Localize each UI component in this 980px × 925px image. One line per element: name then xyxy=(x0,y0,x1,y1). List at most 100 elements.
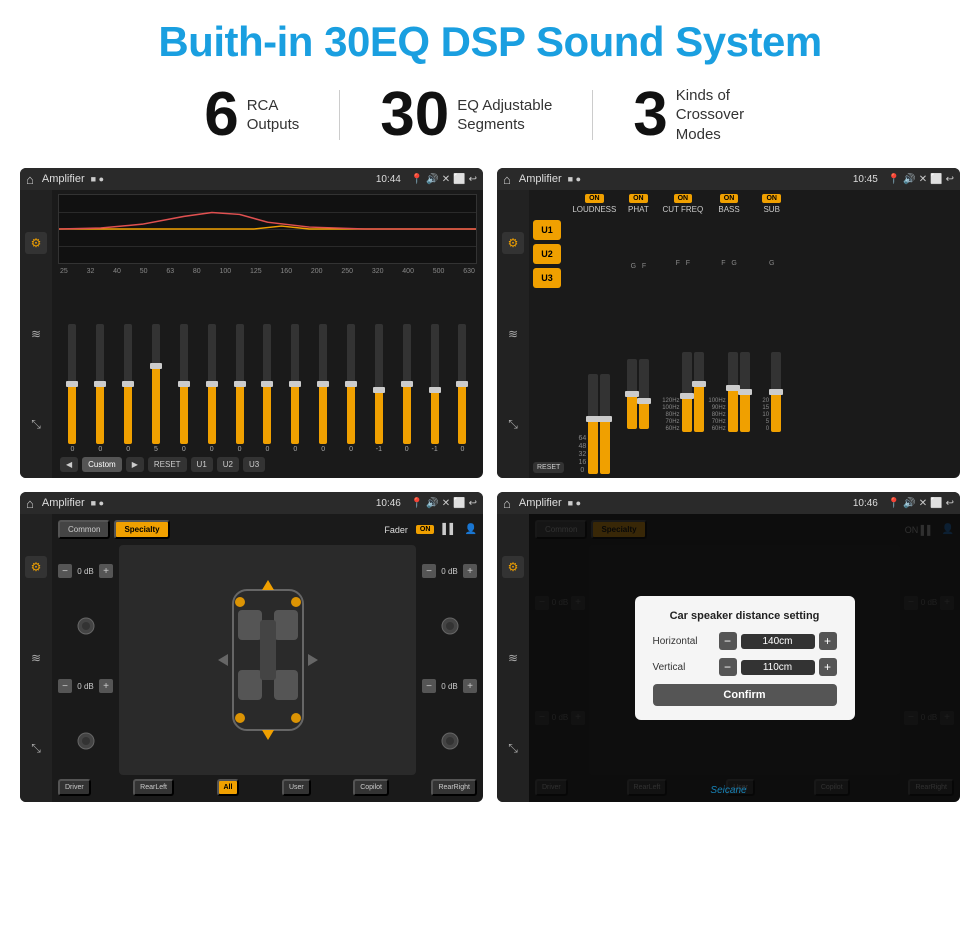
eq-slider-7[interactable]: 0 xyxy=(227,324,252,453)
reset-btn-2[interactable]: RESET xyxy=(533,462,564,473)
home-icon-1[interactable]: ⌂ xyxy=(26,172,34,187)
confirm-button[interactable]: Confirm xyxy=(653,684,837,706)
sidebar-eq-icon[interactable]: ⚙ xyxy=(25,232,47,254)
rearleft-btn[interactable]: RearLeft xyxy=(133,779,174,796)
vertical-minus-btn[interactable]: − xyxy=(719,658,737,676)
spk-fr-plus[interactable]: + xyxy=(463,564,477,578)
eq-slider-2[interactable]: 0 xyxy=(88,324,113,453)
eq-slider-11[interactable]: 0 xyxy=(339,324,364,453)
sidebar-eq-icon-3[interactable]: ⚙ xyxy=(25,556,47,578)
u2-btn-1[interactable]: U2 xyxy=(217,457,239,472)
rearright-btn[interactable]: RearRight xyxy=(431,779,477,796)
spk-rl-plus[interactable]: + xyxy=(99,679,113,693)
vertical-plus-btn[interactable]: + xyxy=(819,658,837,676)
u1-btn-1[interactable]: U1 xyxy=(191,457,213,472)
spk-rl-minus[interactable]: − xyxy=(58,679,72,693)
bass-on[interactable]: ON xyxy=(720,194,739,203)
user-btn[interactable]: User xyxy=(282,779,311,796)
cutfreq-slider-1[interactable] xyxy=(682,352,692,432)
eq-slider-13[interactable]: 0 xyxy=(394,324,419,453)
specialty-tab[interactable]: Specialty xyxy=(114,520,169,539)
phat-slider-2[interactable] xyxy=(639,359,649,429)
pin-icon-1: 📍 xyxy=(411,174,423,185)
cutfreq-slider-2[interactable] xyxy=(694,352,704,432)
window-icon-3[interactable]: ⬜ xyxy=(453,498,465,509)
vol-icon-1[interactable]: 🔊 xyxy=(426,174,438,185)
loudness-slider[interactable] xyxy=(588,374,598,474)
x-icon-2[interactable]: ✕ xyxy=(919,174,927,185)
horizontal-plus-btn[interactable]: + xyxy=(819,632,837,650)
u1-preset[interactable]: U1 xyxy=(533,220,561,240)
sidebar-eq-icon-4[interactable]: ⚙ xyxy=(502,556,524,578)
eq-track-1[interactable] xyxy=(68,324,76,444)
back-icon-4[interactable]: ↩ xyxy=(946,498,954,509)
sidebar-expand-icon-2[interactable]: ⤡ xyxy=(502,414,524,436)
fader-on-badge[interactable]: ON xyxy=(416,525,435,534)
sidebar-wave-icon-2[interactable]: ≋ xyxy=(502,323,524,345)
cutfreq-on[interactable]: ON xyxy=(674,194,693,203)
loudness-on[interactable]: ON xyxy=(585,194,604,203)
phat-on[interactable]: ON xyxy=(629,194,648,203)
sub-on[interactable]: ON xyxy=(762,194,781,203)
spk-rr-plus[interactable]: + xyxy=(463,679,477,693)
bass-slider-1[interactable] xyxy=(728,352,738,432)
window-icon-2[interactable]: ⬜ xyxy=(930,174,942,185)
user-profile-icon[interactable]: 👤 xyxy=(465,524,477,535)
spk-fr-minus[interactable]: − xyxy=(422,564,436,578)
home-icon-3[interactable]: ⌂ xyxy=(26,496,34,511)
sidebar-expand-icon[interactable]: ⤡ xyxy=(25,414,47,436)
vol-icon-4[interactable]: 🔊 xyxy=(903,498,915,509)
eq-slider-5[interactable]: 0 xyxy=(171,324,196,453)
spk-fl-plus[interactable]: + xyxy=(99,564,113,578)
vol-icon-2[interactable]: 🔊 xyxy=(903,174,915,185)
eq-slider-9[interactable]: 0 xyxy=(283,324,308,453)
u3-preset[interactable]: U3 xyxy=(533,268,561,288)
sidebar-expand-icon-3[interactable]: ⤡ xyxy=(25,738,47,760)
eq-slider-14[interactable]: -1 xyxy=(422,324,447,453)
common-tab[interactable]: Common xyxy=(58,520,110,539)
window-icon-4[interactable]: ⬜ xyxy=(930,498,942,509)
prev-btn[interactable]: ◀ xyxy=(60,457,78,472)
sub-slider[interactable] xyxy=(771,352,781,432)
sidebar-wave-icon[interactable]: ≋ xyxy=(25,323,47,345)
spk-rr-minus[interactable]: − xyxy=(422,679,436,693)
u3-btn-1[interactable]: U3 xyxy=(243,457,265,472)
eq-slider-1[interactable]: 0 xyxy=(60,324,85,453)
u2-preset[interactable]: U2 xyxy=(533,244,561,264)
custom-btn[interactable]: Custom xyxy=(82,457,122,472)
copilot-btn[interactable]: Copilot xyxy=(353,779,389,796)
sidebar-eq-icon-2[interactable]: ⚙ xyxy=(502,232,524,254)
x-icon-3[interactable]: ✕ xyxy=(442,498,450,509)
watermark: Seicane xyxy=(710,785,746,796)
eq-slider-6[interactable]: 0 xyxy=(199,324,224,453)
eq-slider-3[interactable]: 0 xyxy=(116,324,141,453)
x-icon-4[interactable]: ✕ xyxy=(919,498,927,509)
sidebar-wave-icon-4[interactable]: ≋ xyxy=(502,647,524,669)
back-icon-2[interactable]: ↩ xyxy=(946,174,954,185)
vol-icon-3[interactable]: 🔊 xyxy=(426,498,438,509)
horizontal-minus-btn[interactable]: − xyxy=(719,632,737,650)
loudness-slider-2[interactable] xyxy=(600,374,610,474)
window-icon-1[interactable]: ⬜ xyxy=(453,174,465,185)
back-icon-1[interactable]: ↩ xyxy=(469,174,477,185)
back-icon-3[interactable]: ↩ xyxy=(469,498,477,509)
spk-fl-minus[interactable]: − xyxy=(58,564,72,578)
sidebar-wave-icon-3[interactable]: ≋ xyxy=(25,647,47,669)
home-icon-4[interactable]: ⌂ xyxy=(503,496,511,511)
eq-slider-10[interactable]: 0 xyxy=(311,324,336,453)
eq-slider-8[interactable]: 0 xyxy=(255,324,280,453)
phat-slider-1[interactable] xyxy=(627,359,637,429)
screen1-dots: ■ ● xyxy=(91,174,104,184)
sidebar-expand-icon-4[interactable]: ⤡ xyxy=(502,738,524,760)
all-btn[interactable]: All xyxy=(217,779,240,796)
driver-btn[interactable]: Driver xyxy=(58,779,91,796)
eq-slider-12[interactable]: -1 xyxy=(366,324,391,453)
page-wrapper: Buith-in 30EQ DSP Sound System 6 RCAOutp… xyxy=(0,0,980,925)
eq-slider-15[interactable]: 0 xyxy=(450,324,475,453)
play-btn[interactable]: ▶ xyxy=(126,457,144,472)
home-icon-2[interactable]: ⌂ xyxy=(503,172,511,187)
bass-slider-2[interactable] xyxy=(740,352,750,432)
eq-slider-4[interactable]: 5 xyxy=(144,324,169,453)
reset-btn-1[interactable]: RESET xyxy=(148,457,187,472)
x-icon-1[interactable]: ✕ xyxy=(442,174,450,185)
